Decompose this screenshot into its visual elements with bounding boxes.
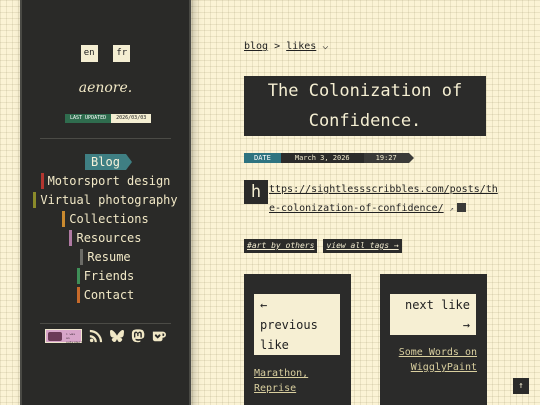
nav-item-blog[interactable]: Blog: [22, 152, 189, 171]
nav-item-friends[interactable]: Friends: [22, 266, 189, 285]
social-links: i was an outsider!: [22, 329, 189, 344]
nav-item-resume[interactable]: Resume: [22, 247, 189, 266]
post-date: March 3, 2026: [280, 153, 364, 163]
breadcrumb-likes-link[interactable]: likes: [286, 41, 316, 52]
post-tags: #art by others view all tags →: [244, 239, 402, 253]
next-like-heading[interactable]: next like →: [390, 294, 476, 335]
nav-item-label: Motorsport design: [47, 173, 171, 188]
cursor-block-icon: [456, 203, 466, 212]
next-like-link-line: WigglyPaint: [410, 362, 477, 373]
outsider-88x31-badge[interactable]: i was an outsider!: [45, 329, 82, 344]
previous-like-label: like: [260, 338, 289, 352]
nav-item-contact[interactable]: Contact: [22, 285, 189, 304]
nav-color-bar: [76, 267, 80, 284]
nav-color-bar: [40, 172, 44, 189]
post-date-bar: DATE March 3, 2026 19:27: [244, 153, 414, 163]
site-title[interactable]: aenore.: [22, 80, 189, 96]
breadcrumb-separator: >: [274, 41, 281, 52]
last-updated-value: 2026/03/03: [111, 114, 152, 123]
nav-item-virtual-photography[interactable]: Virtual photography: [22, 190, 189, 209]
view-all-tags-link[interactable]: view all tags →: [323, 239, 402, 253]
nav-item-collections[interactable]: Collections: [22, 209, 189, 228]
nav-color-bar: [80, 248, 84, 265]
nav-item-motorsport-design[interactable]: Motorsport design: [22, 171, 189, 190]
nav-color-bar: [76, 286, 80, 303]
nav-item-label: Friends: [83, 268, 135, 283]
bluesky-icon[interactable]: [110, 329, 124, 343]
kofi-icon[interactable]: [152, 329, 166, 343]
sidebar: en fr aenore. LAST UPDATED 2026/03/03 Bl…: [20, 0, 191, 405]
next-like-link-line: Some Words on: [398, 347, 477, 358]
nav-item-label: Resources: [76, 230, 142, 245]
nav-item-label: Blog: [85, 153, 132, 170]
nav-color-bar: [69, 229, 73, 246]
previous-like-link[interactable]: Marathon, Reprise: [254, 366, 308, 396]
arrow-right-icon: →: [462, 318, 470, 332]
breadcrumb-blog-link[interactable]: blog: [244, 41, 268, 52]
dropcap: h: [244, 180, 268, 204]
previous-like-heading[interactable]: ← previous like: [254, 294, 340, 355]
post-title-line: The Colonization of: [267, 81, 463, 101]
nav-color-bar: [62, 210, 66, 227]
lang-en-button[interactable]: en: [80, 45, 98, 62]
rss-icon[interactable]: [89, 329, 103, 343]
arrow-left-icon: ←: [260, 298, 268, 312]
previous-like-card: ← previous like Marathon, Reprise: [244, 274, 351, 405]
language-switcher: en fr: [22, 40, 189, 62]
nav-item-label: Collections: [69, 211, 149, 226]
sidebar-nav: Blog Motorsport design Virtual photograp…: [22, 152, 189, 304]
previous-like-link-line: Marathon,: [254, 368, 309, 379]
chevron-down-icon[interactable]: ⌵: [322, 41, 328, 52]
sidebar-divider: [40, 138, 171, 139]
date-label: DATE: [244, 153, 281, 163]
breadcrumb: blog > likes ⌵: [244, 41, 328, 52]
nav-item-label: Contact: [83, 287, 135, 302]
tag-art-by-others[interactable]: #art by others: [244, 239, 318, 253]
lang-fr-button[interactable]: fr: [113, 45, 131, 62]
previous-like-label: previous: [260, 318, 318, 332]
post-title: The Colonization of Confidence.: [244, 76, 486, 136]
sidebar-divider: [40, 323, 171, 324]
post-title-line: Confidence.: [308, 111, 422, 131]
post-time: 19:27: [363, 153, 414, 163]
nav-item-label: Virtual photography: [40, 192, 178, 207]
mastodon-icon[interactable]: [131, 329, 145, 343]
last-updated-label: LAST UPDATED: [65, 114, 112, 123]
next-like-card: next like → Some Words on WigglyPaint: [380, 274, 487, 405]
post-body: h ttps://sightlessscribbles.com/posts/the…: [244, 180, 502, 219]
last-updated-badge: LAST UPDATED 2026/03/03: [65, 114, 152, 123]
external-link-icon: ↗: [449, 205, 454, 213]
nav-item-label: Resume: [87, 249, 131, 264]
next-like-label: next like: [404, 298, 470, 312]
next-like-link[interactable]: Some Words on WigglyPaint: [399, 345, 477, 375]
back-to-top-button[interactable]: ↑: [513, 378, 529, 394]
nav-color-bar: [33, 191, 37, 208]
previous-like-link-line: Reprise: [254, 383, 297, 394]
nav-item-resources[interactable]: Resources: [22, 228, 189, 247]
